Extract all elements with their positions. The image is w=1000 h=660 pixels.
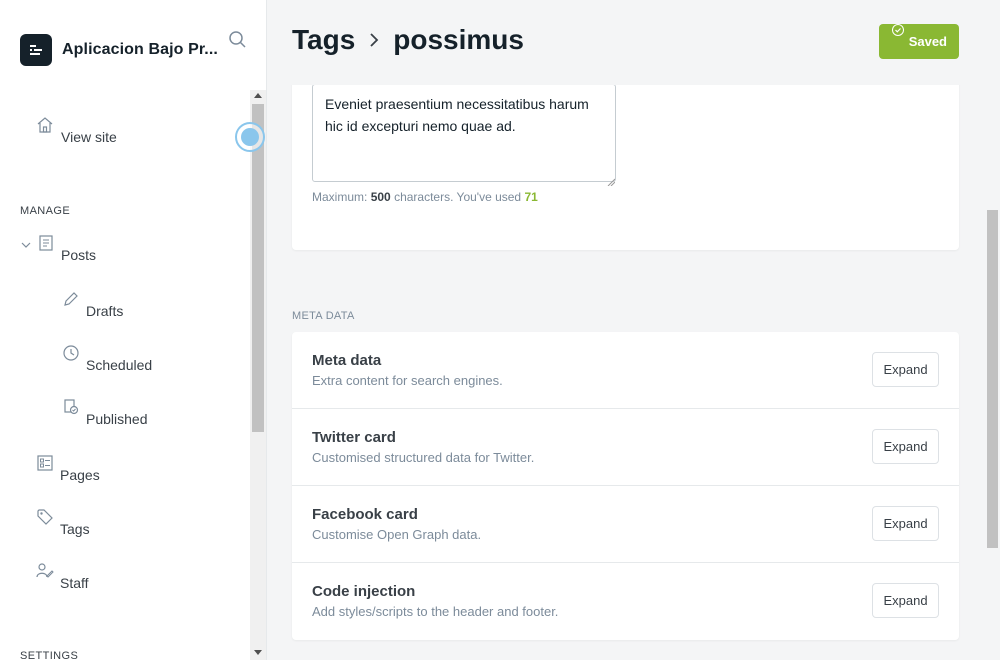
meta-row-description: Add styles/scripts to the header and foo… bbox=[312, 604, 559, 619]
sidebar-item-label: Posts bbox=[61, 247, 97, 263]
pointer-cursor bbox=[235, 122, 265, 152]
sidebar-item-view-site[interactable]: View site bbox=[36, 116, 117, 145]
search-icon[interactable] bbox=[228, 30, 248, 50]
staff-icon bbox=[36, 562, 54, 580]
saved-button[interactable]: Saved bbox=[879, 24, 959, 59]
sidebar-item-label: Scheduled bbox=[86, 357, 153, 373]
main-scrollbar[interactable] bbox=[985, 0, 1000, 660]
meta-data-section-label: META DATA bbox=[292, 310, 355, 322]
meta-row-title: Facebook card bbox=[312, 506, 418, 523]
sidebar-scrollbar-thumb[interactable] bbox=[252, 104, 264, 432]
sidebar-item-published[interactable]: Published bbox=[62, 398, 148, 427]
breadcrumb-parent[interactable]: Tags bbox=[292, 24, 355, 56]
meta-row-code-injection: Code injection Add styles/scripts to the… bbox=[292, 563, 959, 640]
meta-row-facebook-card: Facebook card Customise Open Graph data.… bbox=[292, 486, 959, 563]
hint-prefix: Maximum: bbox=[312, 190, 368, 204]
brand[interactable]: Aplicacion Bajo Pr... bbox=[20, 34, 218, 66]
expand-facebook-card-button[interactable]: Expand bbox=[872, 506, 939, 541]
sidebar-item-label: Tags bbox=[60, 521, 90, 537]
breadcrumb-separator bbox=[367, 24, 381, 56]
meta-row-title: Meta data bbox=[312, 352, 382, 369]
meta-row-description: Customise Open Graph data. bbox=[312, 527, 482, 542]
chevron-down-icon[interactable] bbox=[20, 238, 34, 256]
sidebar-item-label: Pages bbox=[60, 467, 100, 483]
sidebar-item-drafts[interactable]: Drafts bbox=[62, 290, 123, 319]
hint-middle: characters. You've used bbox=[394, 190, 522, 204]
published-icon bbox=[62, 398, 80, 416]
expand-code-injection-button[interactable]: Expand bbox=[872, 583, 939, 618]
sidebar-item-label: Drafts bbox=[86, 303, 124, 319]
manage-section-label: MANAGE bbox=[20, 205, 71, 217]
sidebar-item-label: Staff bbox=[60, 575, 89, 591]
pages-icon bbox=[36, 454, 54, 472]
pencil-icon bbox=[62, 290, 80, 308]
brand-name: Aplicacion Bajo Pr... bbox=[62, 41, 218, 58]
sidebar-item-label: View site bbox=[61, 129, 117, 145]
sidebar-scrollbar[interactable] bbox=[250, 90, 266, 660]
saved-label: Saved bbox=[908, 34, 947, 49]
posts-icon bbox=[37, 234, 55, 252]
check-icon bbox=[891, 24, 905, 38]
page-header: Tags possimus Saved bbox=[267, 0, 985, 85]
resize-grip-icon[interactable] bbox=[607, 173, 616, 187]
main-content: Eveniet praesentium necessitatibus harum… bbox=[267, 0, 1000, 660]
settings-section-label: SETTINGS bbox=[20, 650, 79, 660]
tag-icon bbox=[36, 508, 54, 526]
breadcrumb: Tags possimus bbox=[292, 24, 524, 56]
sidebar-item-tags[interactable]: Tags bbox=[36, 508, 90, 537]
brand-logo bbox=[20, 34, 52, 66]
sidebar-item-label: Published bbox=[86, 411, 148, 427]
expand-meta-data-button[interactable]: Expand bbox=[872, 352, 939, 387]
clock-icon bbox=[62, 344, 80, 362]
meta-row-twitter-card: Twitter card Customised structured data … bbox=[292, 409, 959, 486]
meta-row-description: Customised structured data for Twitter. bbox=[312, 450, 535, 465]
sidebar-item-scheduled[interactable]: Scheduled bbox=[62, 344, 152, 373]
sidebar-item-posts[interactable]: Posts bbox=[20, 234, 96, 263]
scroll-down-arrow-icon[interactable] bbox=[254, 650, 262, 655]
description-card: Eveniet praesentium necessitatibus harum… bbox=[292, 60, 959, 250]
used-characters: 71 bbox=[524, 190, 538, 204]
meta-row-title: Code injection bbox=[312, 583, 416, 600]
sidebar-item-pages[interactable]: Pages bbox=[36, 454, 100, 483]
scroll-up-arrow-icon[interactable] bbox=[254, 93, 262, 98]
main-scrollbar-thumb[interactable] bbox=[987, 210, 998, 548]
expand-twitter-card-button[interactable]: Expand bbox=[872, 429, 939, 464]
description-textarea[interactable]: Eveniet praesentium necessitatibus harum… bbox=[312, 84, 616, 182]
max-characters: 500 bbox=[370, 190, 391, 204]
meta-data-list: Meta data Extra content for search engin… bbox=[292, 332, 959, 640]
meta-row-description: Extra content for search engines. bbox=[312, 373, 503, 388]
character-count-hint: Maximum: 500 characters. You've used 71 bbox=[312, 190, 538, 204]
home-icon bbox=[36, 116, 54, 134]
breadcrumb-current: possimus bbox=[393, 24, 524, 55]
meta-row-title: Twitter card bbox=[312, 429, 396, 446]
sidebar: Aplicacion Bajo Pr... View site MANAGE P… bbox=[0, 0, 267, 660]
meta-row-meta-data: Meta data Extra content for search engin… bbox=[292, 332, 959, 409]
sidebar-item-staff[interactable]: Staff bbox=[36, 562, 89, 591]
